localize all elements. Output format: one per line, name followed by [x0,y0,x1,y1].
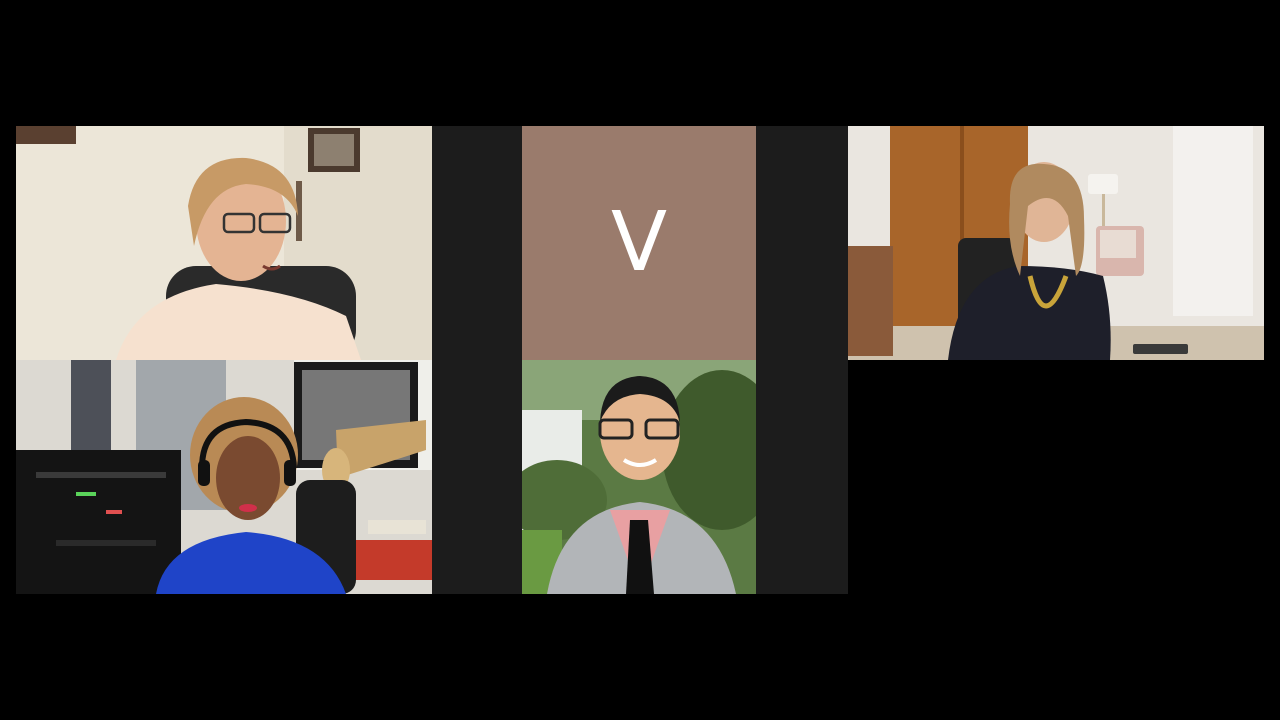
participant-video-tile-1[interactable] [16,126,432,360]
grid-gap-right [756,126,848,594]
participant-video-1 [16,126,432,360]
participant-video-tile-4[interactable] [16,360,432,594]
grid-gap-left [432,126,522,594]
participant-avatar-tile[interactable]: V [522,126,756,360]
avatar-initial: V [610,195,668,290]
participant-video-tile-5[interactable] [522,360,756,594]
participant-video-3 [848,126,1264,360]
participant-video-5 [522,360,756,594]
participant-video-tile-3[interactable] [848,126,1264,360]
participant-video-4 [16,360,432,594]
